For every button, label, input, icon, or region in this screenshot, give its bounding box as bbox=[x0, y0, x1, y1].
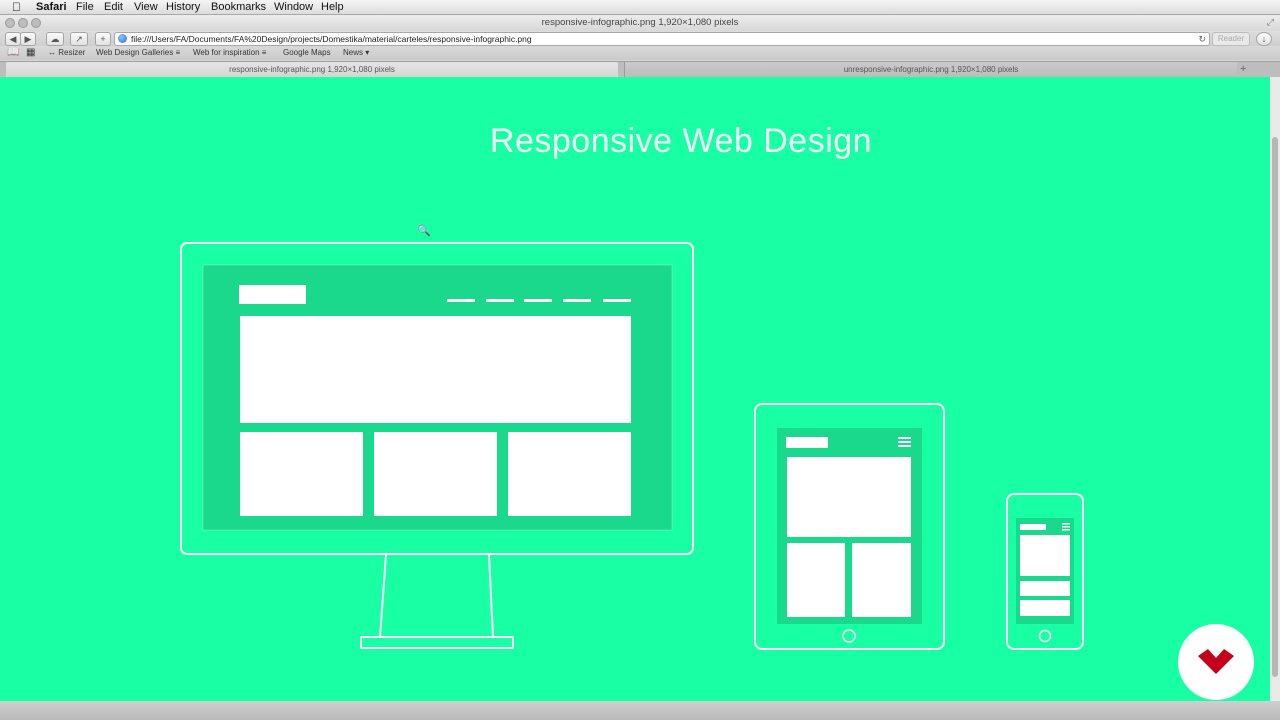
phone-card-1 bbox=[1020, 581, 1070, 596]
tablet-logo-block bbox=[786, 437, 828, 448]
tablet bbox=[754, 403, 945, 650]
zoom-cursor-icon: 🔍 bbox=[417, 225, 431, 237]
desktop-logo-block bbox=[239, 285, 306, 304]
vertical-scrollbar[interactable] bbox=[1270, 77, 1280, 701]
scrollbar-thumb[interactable] bbox=[1272, 137, 1278, 677]
tablet-card-1 bbox=[787, 543, 845, 617]
top-sites-icon[interactable]: ▦ bbox=[26, 46, 35, 60]
bookmark-resizer[interactable]: ↔ Resizer bbox=[48, 46, 85, 60]
menu-bookmarks[interactable]: Bookmarks bbox=[211, 0, 266, 14]
reload-icon[interactable]: ↻ bbox=[1198, 33, 1206, 45]
back-button[interactable]: ◀ bbox=[5, 32, 21, 46]
new-tab-icon[interactable]: + bbox=[1240, 62, 1246, 77]
image-viewport: Responsive Web Design 🔍 bbox=[0, 77, 1270, 701]
tab-bar: responsive-infographic.png 1,920×1,080 p… bbox=[0, 61, 1280, 78]
tablet-home-button bbox=[842, 629, 856, 643]
phone-home-button bbox=[1038, 629, 1052, 643]
bookmark-google-maps[interactable]: Google Maps bbox=[283, 46, 331, 60]
window-bottom-bar bbox=[0, 701, 1280, 720]
desktop-card-3 bbox=[508, 432, 631, 516]
address-bar[interactable]: file:///Users/FA/Documents/FA%20Design/p… bbox=[114, 32, 1210, 46]
smartphone bbox=[1006, 493, 1084, 650]
monitor-base bbox=[360, 636, 514, 649]
phone-hamburger-icon bbox=[1062, 523, 1070, 531]
tablet-hero-block bbox=[787, 457, 911, 537]
menu-view[interactable]: View bbox=[134, 0, 158, 14]
bookmark-web-design-galleries[interactable]: Web Design Galleries ≡ bbox=[96, 46, 180, 60]
globe-icon bbox=[118, 34, 127, 43]
menu-bar:  Safari File Edit View History Bookmark… bbox=[0, 0, 1280, 15]
domestika-logo-icon bbox=[1198, 649, 1234, 674]
phone-hero-block bbox=[1020, 535, 1070, 576]
reader-button[interactable]: Reader bbox=[1212, 32, 1250, 46]
url-text: file:///Users/FA/Documents/FA%20Design/p… bbox=[131, 34, 532, 44]
bookmark-news[interactable]: News ▾ bbox=[343, 46, 369, 60]
menu-edit[interactable]: Edit bbox=[104, 0, 123, 14]
menu-app-name[interactable]: Safari bbox=[36, 0, 67, 14]
bookmarks-bar: 📖 ▦ ↔ Resizer Web Design Galleries ≡ Web… bbox=[0, 46, 1280, 60]
domestika-logo-badge bbox=[1178, 624, 1254, 700]
desktop-hero-block bbox=[240, 316, 631, 423]
menu-window[interactable]: Window bbox=[274, 0, 313, 14]
menu-file[interactable]: File bbox=[76, 0, 94, 14]
share-button[interactable]: ↗ bbox=[70, 32, 88, 46]
desktop-card-1 bbox=[240, 432, 363, 516]
desktop-card-2 bbox=[374, 432, 497, 516]
menu-history[interactable]: History bbox=[166, 0, 200, 14]
window-titlebar: responsive-infographic.png 1,920×1,080 p… bbox=[0, 15, 1280, 31]
tablet-hamburger-icon bbox=[898, 437, 911, 447]
apple-icon[interactable]:  bbox=[12, 0, 21, 14]
reading-list-icon[interactable]: 📖 bbox=[7, 46, 19, 60]
share-icon: ↗ bbox=[75, 34, 83, 44]
download-icon: ↓ bbox=[1261, 34, 1267, 44]
bookmark-web-for-inspiration[interactable]: Web for inspiration ≡ bbox=[193, 46, 266, 60]
menu-help[interactable]: Help bbox=[321, 0, 344, 14]
browser-toolbar: ◀ ▶ ☁ ↗ + file:///Users/FA/Documents/FA%… bbox=[0, 31, 1280, 46]
tablet-card-2 bbox=[852, 543, 911, 617]
desktop-monitor bbox=[180, 242, 694, 649]
add-bookmark-button[interactable]: + bbox=[95, 32, 111, 46]
phone-logo-block bbox=[1020, 524, 1046, 530]
cloud-icon: ☁ bbox=[50, 34, 60, 44]
tab-unresponsive-infographic[interactable]: unresponsive-infographic.png 1,920×1,080… bbox=[624, 62, 1237, 77]
icloud-tabs-button[interactable]: ☁ bbox=[46, 32, 64, 46]
phone-card-2 bbox=[1020, 600, 1070, 616]
monitor-stand bbox=[378, 554, 495, 638]
plus-icon: + bbox=[100, 34, 106, 44]
fullscreen-icon[interactable]: ⤢ bbox=[1267, 17, 1274, 28]
devices-illustration bbox=[180, 242, 1084, 650]
window-title: responsive-infographic.png 1,920×1,080 p… bbox=[541, 17, 739, 28]
downloads-button[interactable]: ↓ bbox=[1256, 32, 1272, 46]
forward-button[interactable]: ▶ bbox=[20, 32, 36, 46]
tab-responsive-infographic[interactable]: responsive-infographic.png 1,920×1,080 p… bbox=[6, 62, 618, 77]
desktop-nav-links bbox=[447, 299, 631, 302]
